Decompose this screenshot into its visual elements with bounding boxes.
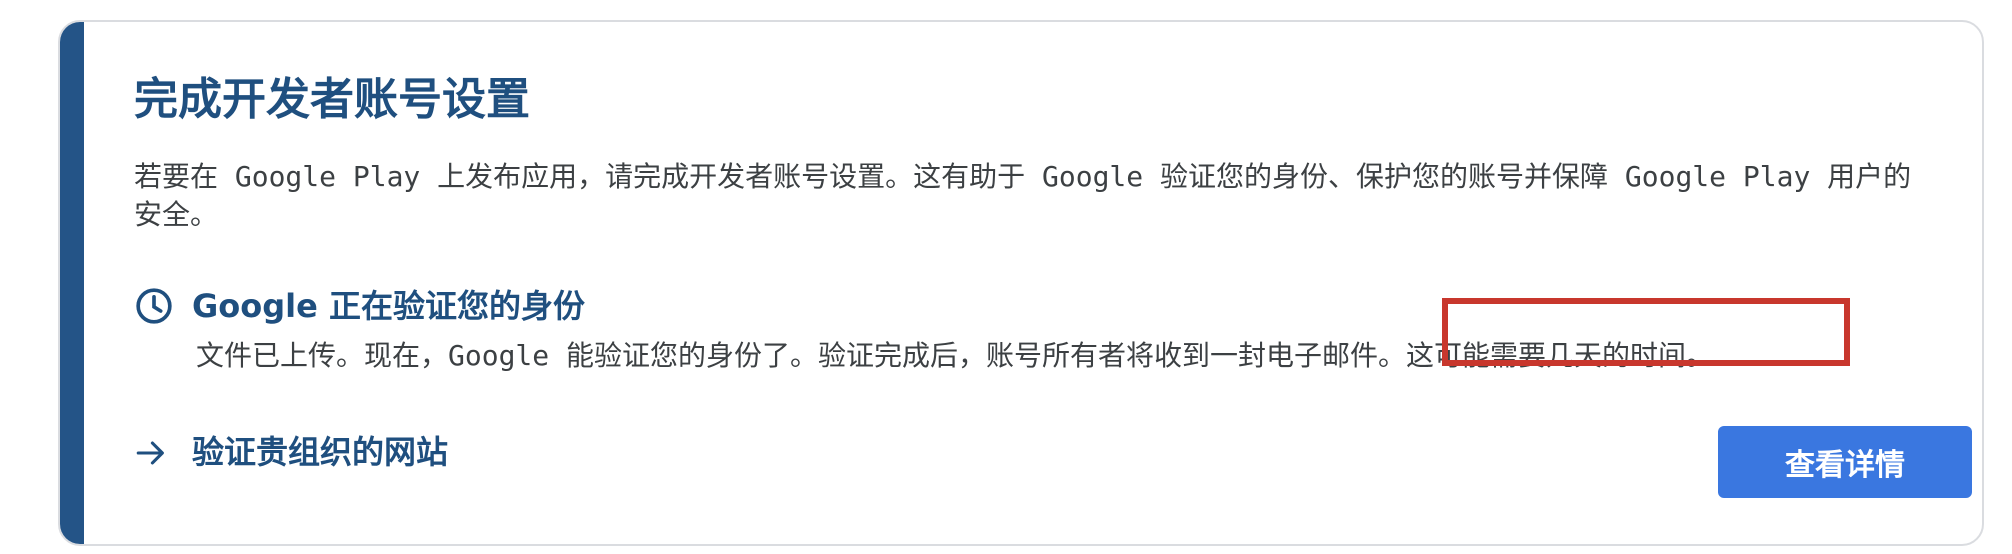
verification-status-title: Google 正在验证您的身份 <box>192 287 585 325</box>
verify-website-link[interactable]: 验证贵组织的网站 <box>192 426 448 478</box>
status-text-main: 文件已上传。现在，Google 能验证您的身份了。验证完成后，账号所有者将收到一… <box>196 339 1407 372</box>
card-title: 完成开发者账号设置 <box>134 74 530 125</box>
status-text-highlighted: 这可能需要几天的时间。 <box>1406 339 1715 372</box>
card-accent-bar <box>60 22 84 544</box>
card-description: 若要在 Google Play 上发布应用，请完成开发者账号设置。这有助于 Go… <box>134 160 1912 231</box>
clock-icon <box>136 288 172 324</box>
view-details-button[interactable]: 查看详情 <box>1718 426 1972 498</box>
verification-status-text: 文件已上传。现在，Google 能验证您的身份了。验证完成后，账号所有者将收到一… <box>196 336 1714 376</box>
arrow-right-icon[interactable] <box>134 436 168 470</box>
developer-account-setup-card: 完成开发者账号设置 若要在 Google Play 上发布应用，请完成开发者账号… <box>58 20 1984 546</box>
